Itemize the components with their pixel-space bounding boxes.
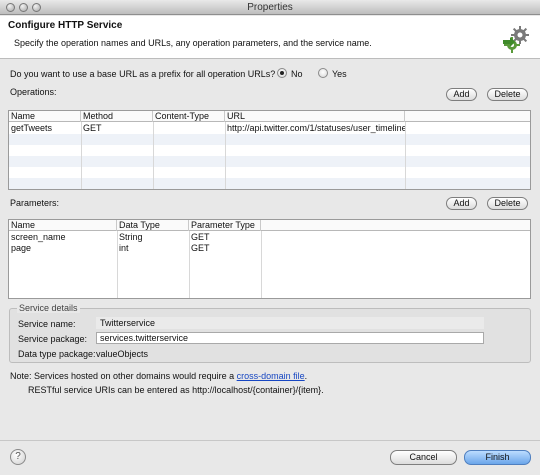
- add-parameter-button[interactable]: Add: [446, 197, 477, 210]
- operations-col-content-type[interactable]: Content-Type: [153, 111, 225, 122]
- note-prefix: Note: Services hosted on other domains w…: [10, 371, 237, 381]
- finish-button[interactable]: Finish: [464, 450, 531, 465]
- service-name-field[interactable]: Twitterservice: [96, 317, 484, 329]
- parameters-table[interactable]: Name Data Type Parameter Type screen_nam…: [8, 219, 531, 299]
- restful-uri-note: RESTful service URIs can be entered as h…: [28, 385, 324, 395]
- table-row-empty: [9, 145, 530, 156]
- operations-label: Operations:: [10, 87, 57, 97]
- data-type-package-label: Data type package:: [18, 349, 96, 359]
- parameters-col-parameter-type[interactable]: Parameter Type: [189, 220, 261, 231]
- http-service-gear-icon: [503, 26, 529, 53]
- parameters-col-data-type[interactable]: Data Type: [117, 220, 189, 231]
- base-url-no-radio[interactable]: [277, 68, 287, 78]
- base-url-yes-radio[interactable]: [318, 68, 328, 78]
- cancel-button[interactable]: Cancel: [390, 450, 457, 465]
- parameters-label: Parameters:: [10, 198, 60, 208]
- column-divider: [117, 231, 118, 298]
- footer-separator: [0, 440, 540, 441]
- table-row-empty: [9, 134, 530, 145]
- base-url-yes-label: Yes: [332, 69, 347, 79]
- table-row[interactable]: getTweets GET http://api.twitter.com/1/s…: [9, 123, 530, 134]
- dialog-title: Configure HTTP Service: [8, 20, 123, 31]
- parameter-type-cell[interactable]: GET: [189, 243, 261, 254]
- operation-url-cell[interactable]: http://api.twitter.com/1/statuses/user_t…: [225, 123, 405, 134]
- parameter-name-cell[interactable]: page: [9, 243, 117, 254]
- data-type-package-value: valueObjects: [96, 349, 149, 359]
- operation-content-type-cell[interactable]: [153, 123, 225, 134]
- cross-domain-file-link[interactable]: cross-domain file: [237, 371, 305, 381]
- operations-col-name[interactable]: Name: [9, 111, 81, 122]
- table-row-empty: [9, 178, 530, 189]
- table-row[interactable]: page int GET: [9, 243, 530, 254]
- table-row-empty: [9, 167, 530, 178]
- service-details-title: Service details: [17, 303, 80, 313]
- window-title: Properties: [247, 2, 293, 13]
- column-divider: [153, 122, 154, 189]
- column-divider: [261, 231, 262, 298]
- delete-operation-button[interactable]: Delete: [487, 88, 528, 101]
- table-row[interactable]: screen_name String GET: [9, 232, 530, 243]
- parameters-col-name[interactable]: Name: [9, 220, 117, 231]
- operations-table[interactable]: Name Method Content-Type URL getTweets G…: [8, 110, 531, 190]
- dialog-description: Specify the operation names and URLs, an…: [14, 38, 372, 48]
- add-operation-button[interactable]: Add: [446, 88, 477, 101]
- delete-parameter-button[interactable]: Delete: [487, 197, 528, 210]
- table-row-empty: [9, 156, 530, 167]
- service-package-field[interactable]: services.twitterservice: [96, 332, 484, 344]
- cross-domain-note: Note: Services hosted on other domains w…: [10, 371, 307, 381]
- base-url-question: Do you want to use a base URL as a prefi…: [10, 69, 276, 79]
- operations-col-method[interactable]: Method: [81, 111, 153, 122]
- base-url-no-label: No: [291, 69, 303, 79]
- operations-table-header: Name Method Content-Type URL: [9, 111, 530, 122]
- column-divider: [225, 122, 226, 189]
- service-package-label: Service package:: [18, 334, 88, 344]
- column-divider: [189, 231, 190, 298]
- parameters-table-header: Name Data Type Parameter Type: [9, 220, 530, 231]
- operations-col-url[interactable]: URL: [225, 111, 405, 122]
- parameter-data-type-cell[interactable]: String: [117, 232, 189, 243]
- help-icon[interactable]: ?: [10, 449, 26, 465]
- window-titlebar: Properties: [0, 0, 540, 15]
- parameter-name-cell[interactable]: screen_name: [9, 232, 117, 243]
- dialog-header: Configure HTTP Service Specify the opera…: [0, 16, 540, 59]
- column-divider: [405, 122, 406, 189]
- parameter-type-cell[interactable]: GET: [189, 232, 261, 243]
- column-divider: [81, 122, 82, 189]
- service-name-label: Service name:: [18, 319, 76, 329]
- operation-method-cell[interactable]: GET: [81, 123, 153, 134]
- operation-name-cell[interactable]: getTweets: [9, 123, 81, 134]
- parameter-data-type-cell[interactable]: int: [117, 243, 189, 254]
- note-suffix: .: [304, 371, 308, 381]
